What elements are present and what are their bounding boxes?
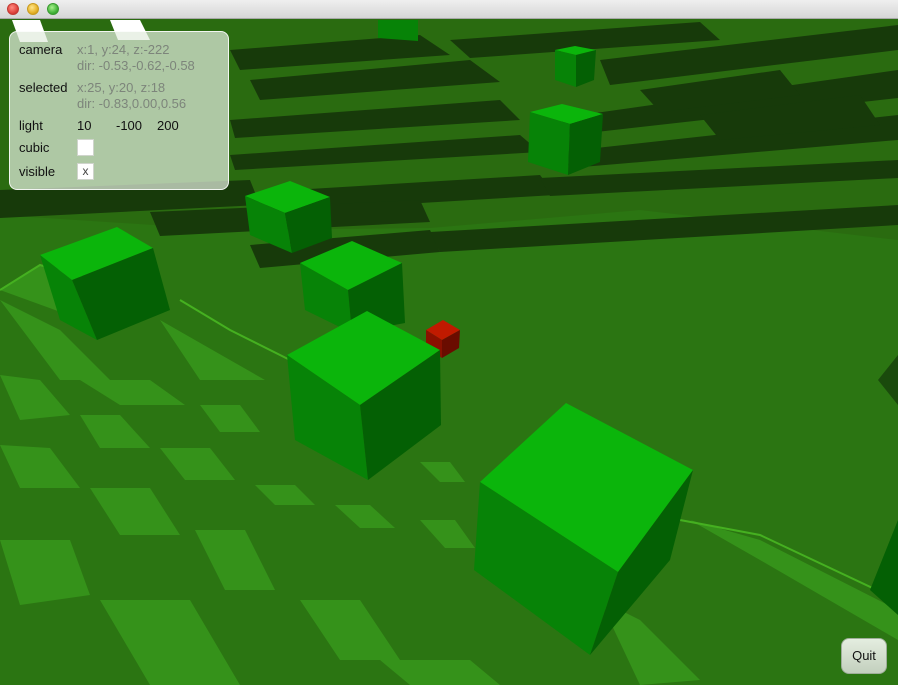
camera-label: camera (19, 42, 63, 57)
visible-checkbox[interactable]: x (77, 163, 94, 180)
camera-direction: dir: -0.53,-0.62,-0.58 (77, 58, 195, 73)
title-bar (0, 0, 898, 19)
quit-button[interactable]: Quit (841, 638, 887, 674)
maximize-window-button[interactable] (47, 3, 59, 15)
selected-position: x:25, y:20, z:18 (77, 80, 166, 95)
light-y-value[interactable]: -100 (116, 118, 142, 133)
light-x-value[interactable]: 10 (77, 118, 91, 133)
app-window: camera x:1, y:24, z:-222 dir: -0.53,-0.6… (0, 0, 898, 685)
selected-direction: dir: -0.83,0.00,0.56 (77, 96, 187, 111)
light-label: light (19, 118, 43, 133)
cubic-checkbox[interactable] (77, 139, 94, 156)
cube-far-top (378, 20, 418, 41)
light-z-value[interactable]: 200 (157, 118, 179, 133)
minimize-window-button[interactable] (27, 3, 39, 15)
cube-far-mid (528, 104, 603, 175)
close-window-button[interactable] (7, 3, 19, 15)
camera-position: x:1, y:24, z:-222 (77, 42, 170, 57)
info-panel: camera x:1, y:24, z:-222 dir: -0.53,-0.6… (9, 31, 229, 190)
cubic-label: cubic (19, 140, 50, 155)
cube-far-small (555, 46, 596, 87)
selected-label: selected (19, 80, 68, 95)
visible-label: visible (19, 164, 56, 179)
